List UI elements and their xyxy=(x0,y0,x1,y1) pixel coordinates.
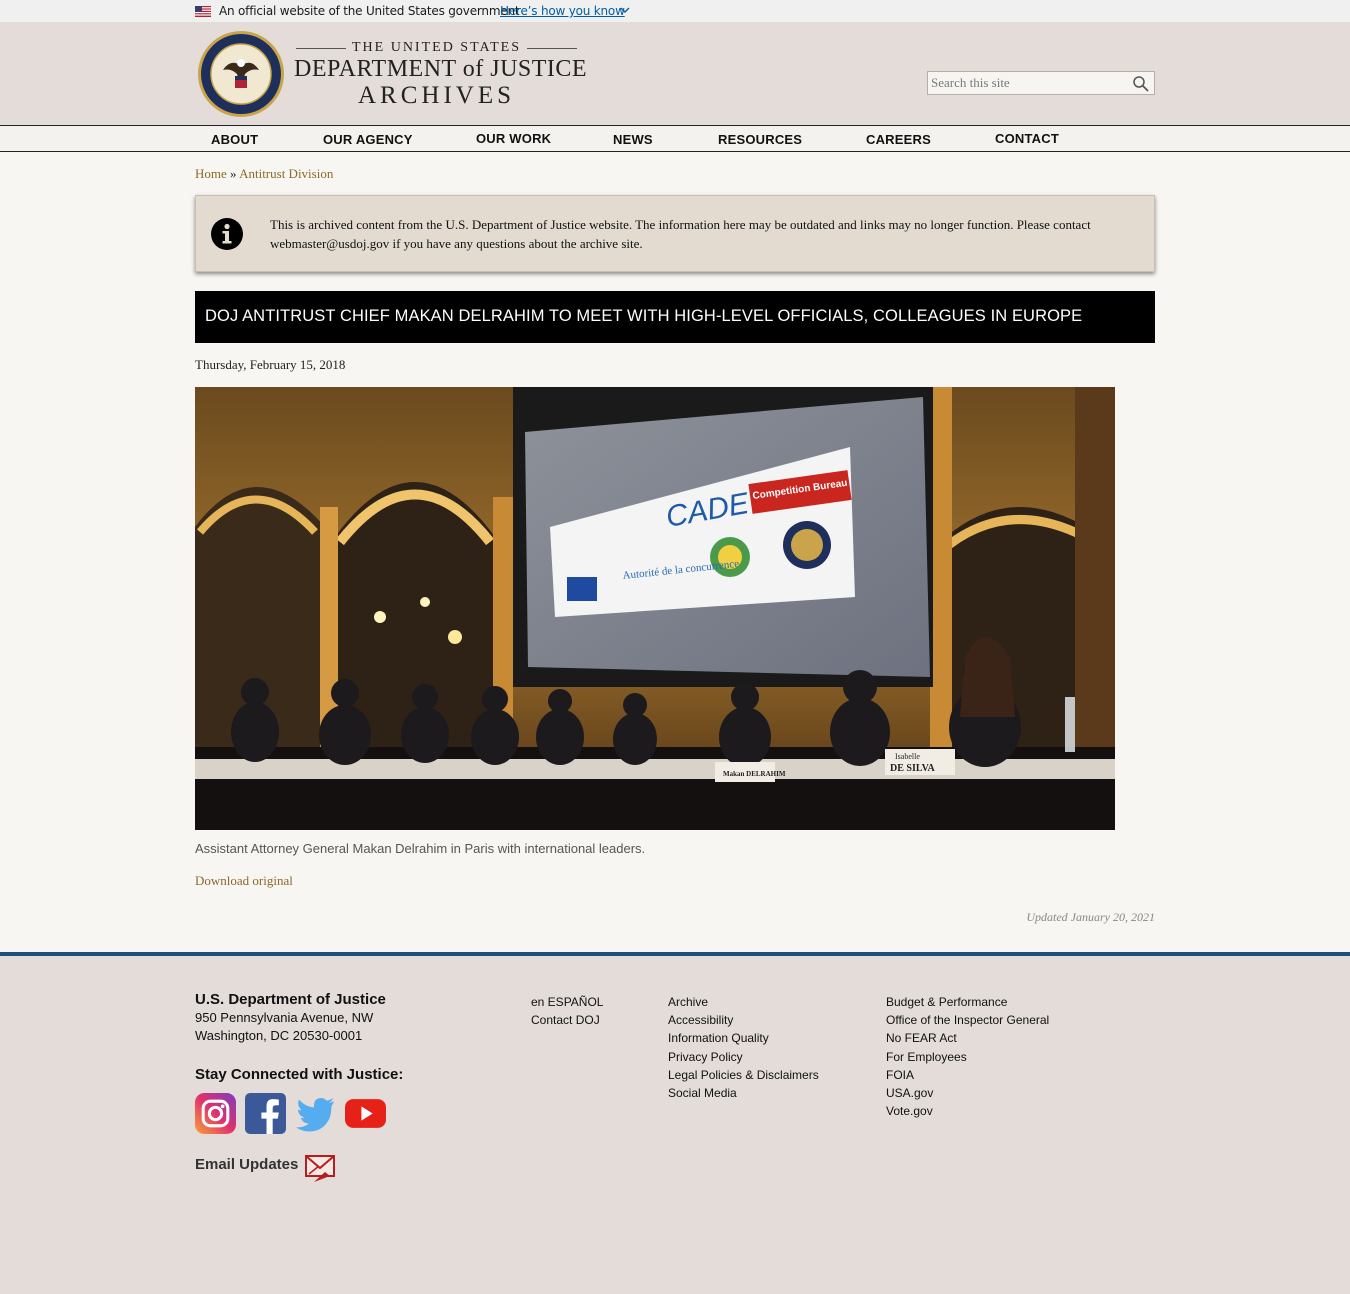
footer-address-line-2: Washington, DC 20530-0001 xyxy=(195,1028,363,1043)
photo-desilva-nameplate-1: Isabelle xyxy=(895,752,920,761)
logo-line-1: THE UNITED STATES xyxy=(294,40,579,56)
nav-contact[interactable]: CONTACT xyxy=(995,131,1059,146)
nav-resources[interactable]: RESOURCES xyxy=(718,132,802,147)
breadcrumb-home[interactable]: Home xyxy=(195,166,227,181)
breadcrumb: Home » Antitrust Division xyxy=(195,166,333,182)
photo-delrahim-nameplate: Makan DELRAHIM xyxy=(723,770,786,778)
photo-desilva-nameplate-2: DE SILVA xyxy=(890,763,936,774)
footer-link-usa-gov[interactable]: USA.gov xyxy=(886,1086,933,1100)
footer-links-col3: Budget & Performance Office of the Inspe… xyxy=(886,993,1049,1120)
footer-link-foia[interactable]: FOIA xyxy=(886,1068,914,1082)
logo-line-2: DEPARTMENT of JUSTICE xyxy=(294,56,588,82)
site-logo-text[interactable]: THE UNITED STATES DEPARTMENT of JUSTICE … xyxy=(294,40,588,110)
info-icon xyxy=(211,218,243,250)
footer-links-col2: Archive Accessibility Information Qualit… xyxy=(668,993,819,1102)
facebook-icon[interactable] xyxy=(245,1093,286,1134)
official-website-text: An official website of the United States… xyxy=(219,4,520,18)
breadcrumb-antitrust[interactable]: Antitrust Division xyxy=(239,166,333,181)
footer-link-contact-doj[interactable]: Contact DOJ xyxy=(531,1013,600,1027)
email-updates-link[interactable]: Email Updates xyxy=(195,1156,298,1173)
footer-link-social-media[interactable]: Social Media xyxy=(668,1086,737,1100)
how-you-know-link[interactable]: Here’s how you know xyxy=(500,4,625,18)
main-content: Home » Antitrust Division This is archiv… xyxy=(0,152,1350,952)
search-box xyxy=(927,71,1155,95)
youtube-icon[interactable] xyxy=(345,1093,386,1134)
footer-link-archive[interactable]: Archive xyxy=(668,995,708,1009)
conference-photo: CADE Competition Bureau Autorité de la c… xyxy=(195,387,1115,830)
footer-link-legal-policies[interactable]: Legal Policies & Disclaimers xyxy=(668,1068,819,1082)
search-icon[interactable] xyxy=(1132,75,1150,93)
chevron-down-icon[interactable] xyxy=(620,5,630,15)
twitter-icon[interactable] xyxy=(295,1093,336,1134)
footer-link-accessibility[interactable]: Accessibility xyxy=(668,1013,733,1027)
main-nav: ABOUT OUR AGENCY OUR WORK NEWS RESOURCES… xyxy=(0,125,1350,152)
article-title-bar: DOJ ANTITRUST CHIEF MAKAN DELRAHIM TO ME… xyxy=(195,291,1155,343)
site-header: THE UNITED STATES DEPARTMENT of JUSTICE … xyxy=(0,22,1350,125)
download-original-link[interactable]: Download original xyxy=(195,873,293,889)
nav-careers[interactable]: CAREERS xyxy=(866,132,931,147)
article-title: DOJ ANTITRUST CHIEF MAKAN DELRAHIM TO ME… xyxy=(205,307,1083,325)
footer-link-for-employees[interactable]: For Employees xyxy=(886,1050,967,1064)
doj-seal-logo[interactable] xyxy=(197,30,285,118)
article-photo: CADE Competition Bureau Autorité de la c… xyxy=(195,387,1115,830)
archive-notice: This is archived content from the U.S. D… xyxy=(195,195,1155,272)
article-date: Thursday, February 15, 2018 xyxy=(195,357,346,372)
logo-line-3: ARCHIVES xyxy=(358,82,516,109)
us-flag-icon xyxy=(195,6,211,17)
nav-news[interactable]: NEWS xyxy=(613,132,653,147)
footer-links-col1: en ESPAÑOL Contact DOJ xyxy=(531,993,603,1029)
footer-link-vote-gov[interactable]: Vote.gov xyxy=(886,1104,933,1118)
photo-caption: Assistant Attorney General Makan Delrahi… xyxy=(195,841,646,856)
nav-our-work[interactable]: OUR WORK xyxy=(476,131,551,146)
site-footer: U.S. Department of Justice 950 Pennsylva… xyxy=(0,956,1350,1294)
footer-address-line-1: 950 Pennsylvania Avenue, NW xyxy=(195,1010,374,1025)
breadcrumb-separator: » xyxy=(230,166,237,181)
gov-banner: An official website of the United States… xyxy=(0,0,1350,22)
updated-date: Updated January 20, 2021 xyxy=(1026,910,1155,924)
footer-link-privacy-policy[interactable]: Privacy Policy xyxy=(668,1050,743,1064)
footer-org-name: U.S. Department of Justice xyxy=(195,991,386,1008)
instagram-icon[interactable] xyxy=(195,1093,236,1134)
footer-link-budget[interactable]: Budget & Performance xyxy=(886,995,1007,1009)
stay-connected-heading: Stay Connected with Justice: xyxy=(195,1066,404,1083)
search-input[interactable] xyxy=(931,75,1126,91)
archive-notice-text: This is archived content from the U.S. D… xyxy=(270,217,1091,251)
footer-link-inspector-general[interactable]: Office of the Inspector General xyxy=(886,1013,1049,1027)
footer-link-information-quality[interactable]: Information Quality xyxy=(668,1031,769,1045)
footer-link-espanol[interactable]: en ESPAÑOL xyxy=(531,995,603,1009)
nav-about[interactable]: ABOUT xyxy=(211,132,258,147)
footer-link-no-fear-act[interactable]: No FEAR Act xyxy=(886,1031,957,1045)
email-icon[interactable] xyxy=(305,1154,335,1184)
nav-our-agency[interactable]: OUR AGENCY xyxy=(323,132,413,147)
